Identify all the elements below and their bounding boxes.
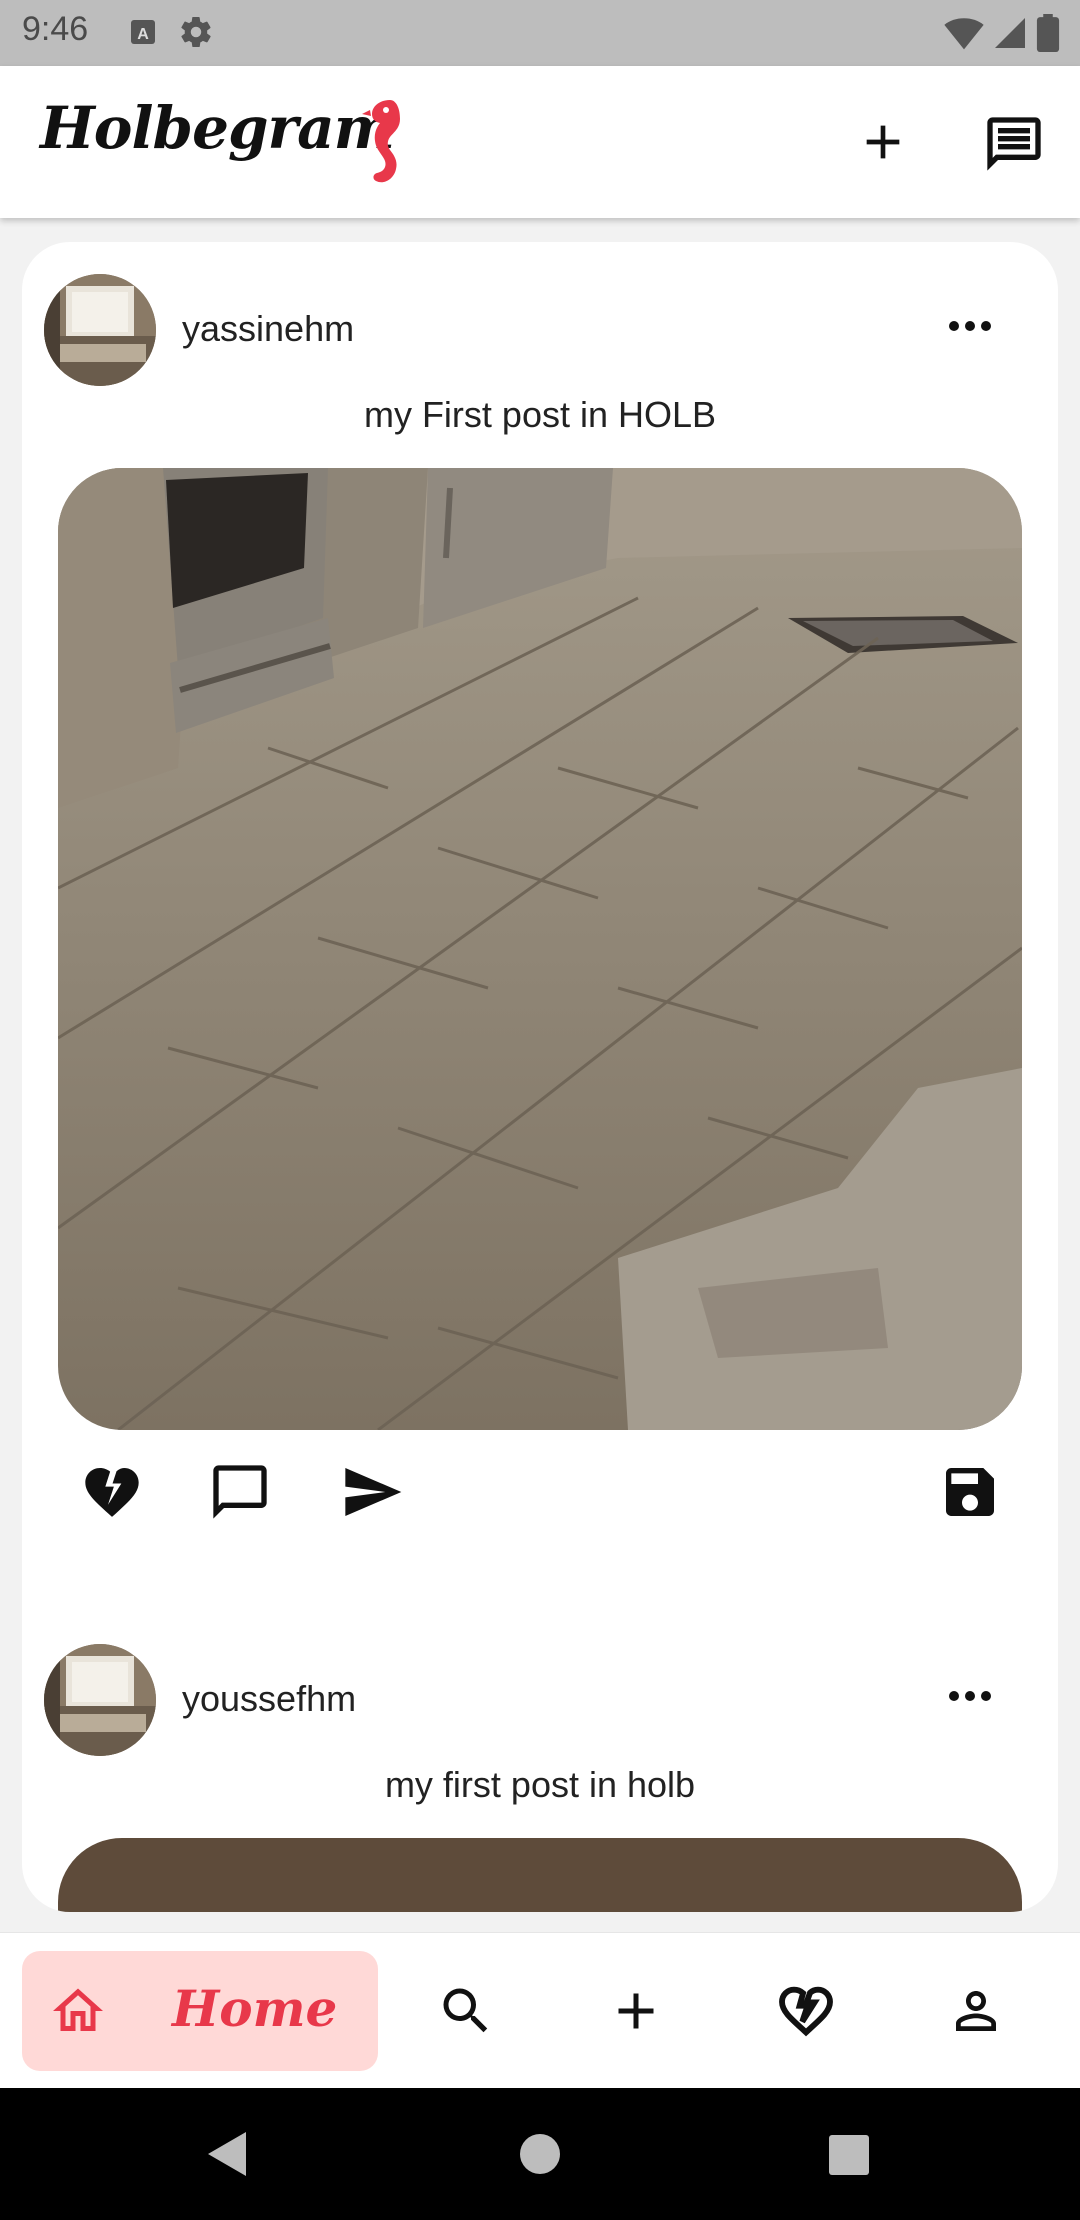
post-caption: my first post in holb: [384, 1764, 696, 1805]
avatar[interactable]: [44, 274, 156, 386]
home-circle-icon[interactable]: [518, 2132, 562, 2181]
avatar[interactable]: [44, 1644, 156, 1756]
post-image[interactable]: [58, 1838, 1022, 1912]
bottom-nav: Home: [0, 1932, 1080, 2089]
profile-icon[interactable]: [946, 1981, 1006, 2046]
messages-icon[interactable]: [982, 112, 1046, 181]
post-image[interactable]: [58, 468, 1022, 1430]
keyboard-a-icon: A: [128, 17, 158, 52]
nav-home-label: Home: [172, 1979, 338, 2038]
settings-icon: [178, 14, 214, 55]
more-options-icon[interactable]: [946, 306, 994, 351]
comment-icon[interactable]: [208, 1460, 272, 1529]
home-icon: [48, 1981, 108, 2046]
post-caption: my First post in HOLB: [363, 394, 717, 435]
status-bar: 9:46 A: [0, 0, 1080, 66]
nav-home[interactable]: Home: [22, 1951, 378, 2071]
feed-card: yassinehm my First post in HOLB youssefh…: [22, 242, 1058, 1912]
save-icon[interactable]: [938, 1460, 1002, 1529]
recents-icon[interactable]: [828, 2134, 870, 2181]
seahorse-logo-icon: [360, 96, 412, 197]
app-bar: Holbegram: [0, 66, 1080, 218]
send-icon[interactable]: [340, 1460, 404, 1529]
system-nav-bar: [0, 2088, 1080, 2220]
back-icon[interactable]: [204, 2130, 250, 2183]
status-time: 9:46: [22, 10, 89, 48]
search-icon[interactable]: [436, 1981, 496, 2046]
broken-heart-icon[interactable]: [774, 1979, 838, 2048]
svg-text:A: A: [137, 26, 149, 43]
add-icon[interactable]: [855, 114, 911, 175]
app-title: Holbegram: [40, 94, 395, 162]
username[interactable]: yassinehm: [182, 308, 354, 350]
add-icon[interactable]: [606, 1981, 666, 2046]
username[interactable]: youssefhm: [182, 1678, 356, 1720]
wifi-icon: [944, 15, 984, 56]
more-options-icon[interactable]: [946, 1676, 994, 1721]
signal-icon: [992, 15, 1028, 56]
battery-icon: [1036, 14, 1060, 57]
broken-heart-icon[interactable]: [80, 1460, 144, 1529]
